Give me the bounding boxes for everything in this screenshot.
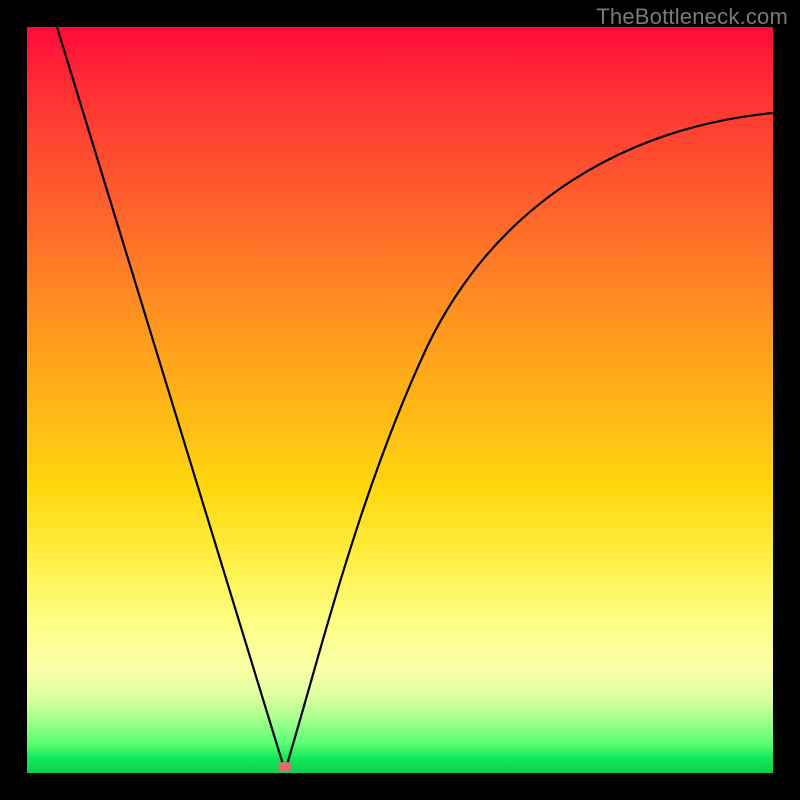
curve-left-branch: [57, 27, 285, 771]
min-marker: [278, 762, 292, 772]
chart-frame: TheBottleneck.com: [0, 0, 800, 800]
watermark-text: TheBottleneck.com: [596, 4, 788, 30]
bottleneck-curve: [27, 27, 773, 773]
curve-right-branch: [285, 113, 773, 771]
plot-area: [27, 27, 773, 773]
